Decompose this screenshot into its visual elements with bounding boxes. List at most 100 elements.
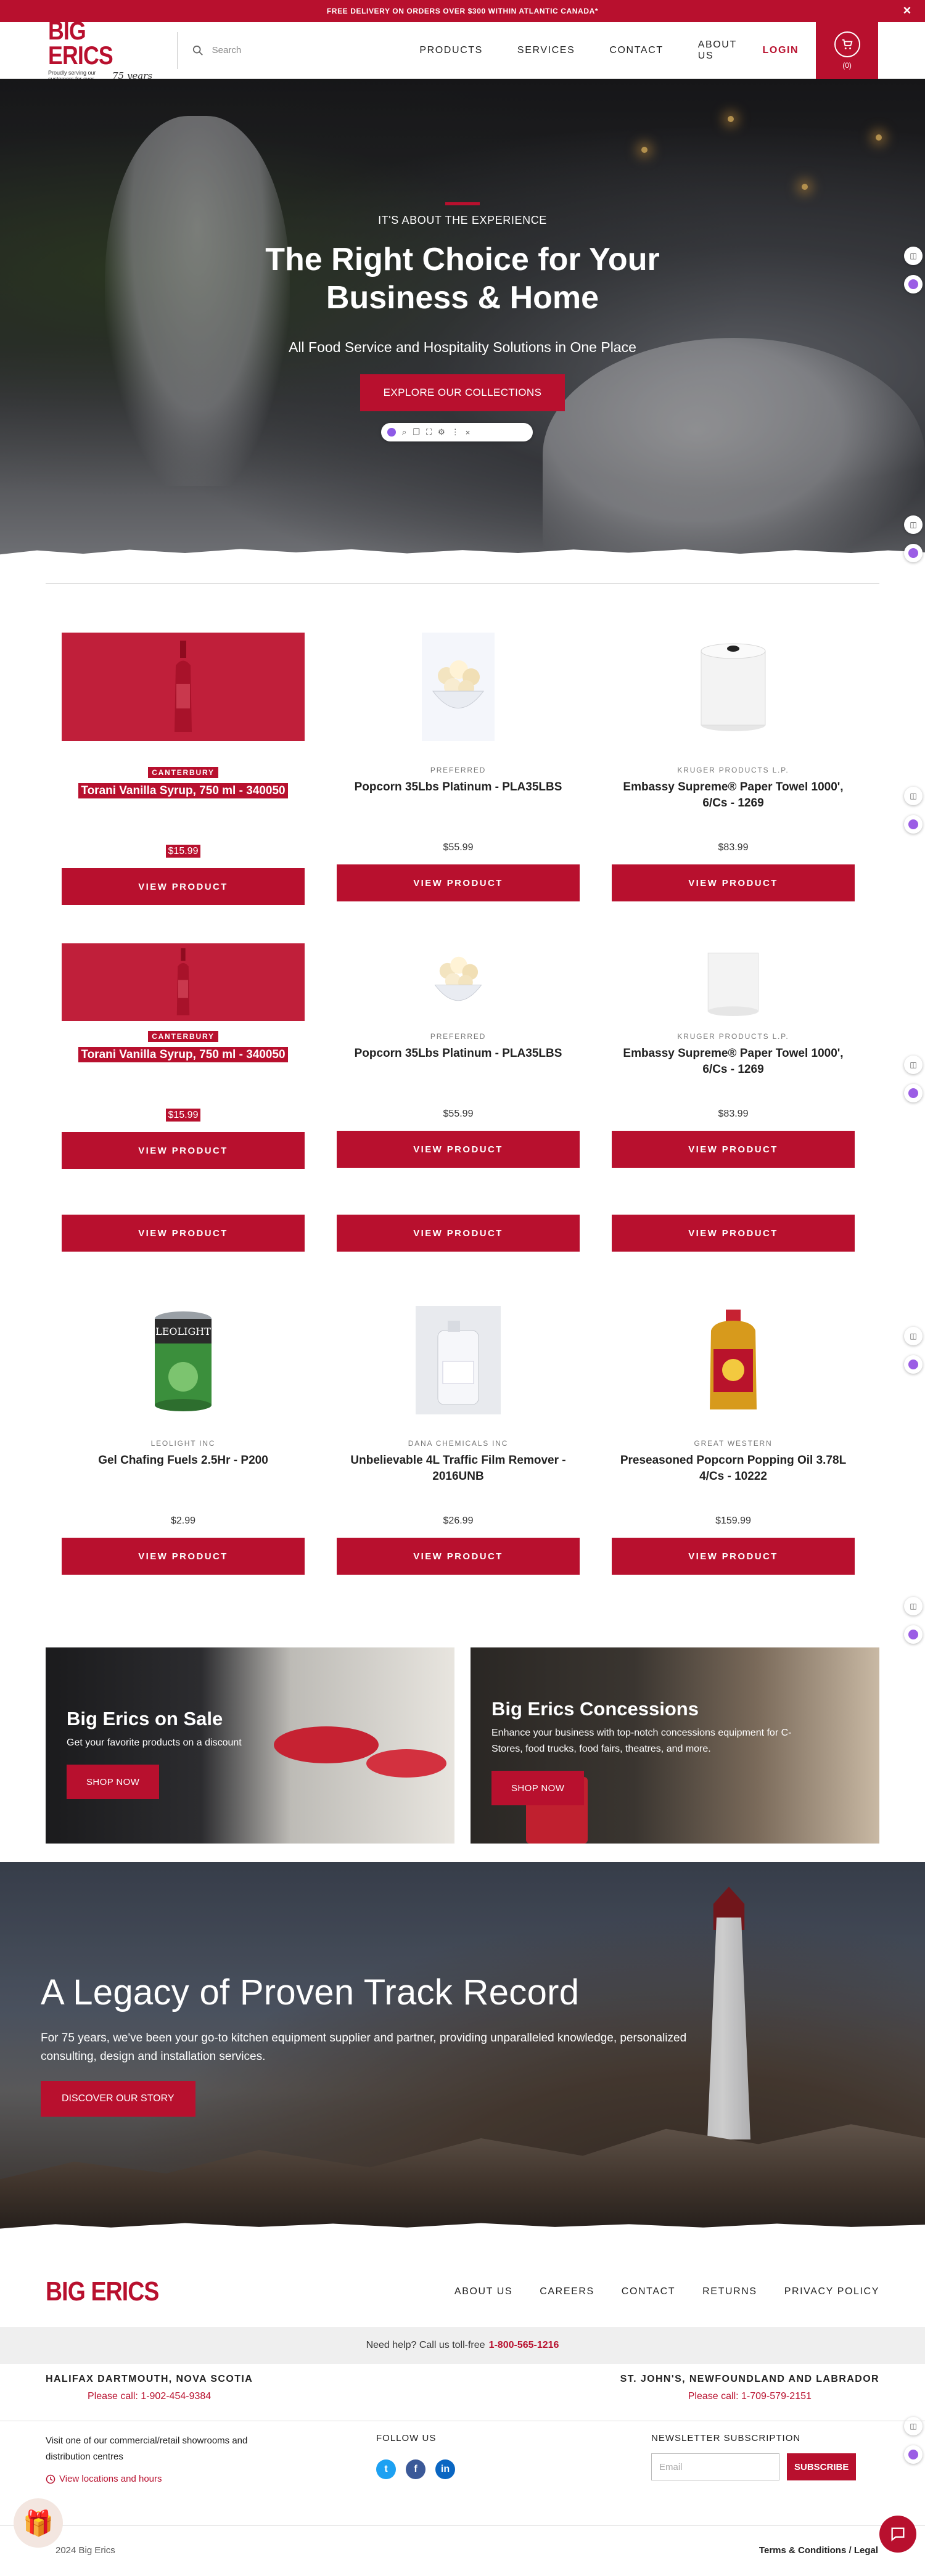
product-card[interactable]: PREFERRED Popcorn 35Lbs Platinum - PLA35… bbox=[337, 633, 580, 905]
side-extension-icon[interactable] bbox=[904, 1355, 923, 1374]
clock-icon bbox=[46, 2474, 56, 2484]
view-product-button[interactable]: VIEW PRODUCT bbox=[62, 868, 305, 905]
oil-jug-icon[interactable] bbox=[612, 1306, 855, 1414]
view-product-button[interactable]: VIEW PRODUCT bbox=[337, 864, 580, 901]
nav-products[interactable]: PRODUCTS bbox=[419, 45, 483, 56]
close-icon[interactable]: × bbox=[903, 4, 911, 17]
cart-button[interactable]: (0) bbox=[816, 22, 878, 79]
location-title: ST. JOHN'S, NEWFOUNDLAND AND LABRADOR bbox=[620, 2374, 879, 2384]
product-name[interactable]: Unbelievable 4L Traffic Film Remover - 2… bbox=[337, 1453, 580, 1485]
side-widget-icon[interactable]: ◫ bbox=[904, 1056, 923, 1074]
shop-now-button[interactable]: SHOP NOW bbox=[491, 1771, 585, 1805]
chemical-jug-icon[interactable] bbox=[337, 1306, 580, 1414]
nav-about-us[interactable]: ABOUT US bbox=[698, 39, 737, 62]
subscribe-button[interactable]: SUBSCRIBE bbox=[787, 2453, 857, 2480]
close-tool-icon[interactable]: × bbox=[466, 428, 471, 437]
footer-logo[interactable]: BIG ERICS bbox=[46, 2276, 159, 2307]
view-product-button[interactable]: VIEW PRODUCT bbox=[612, 1215, 855, 1252]
more-tool-icon[interactable]: ⋮ bbox=[451, 427, 459, 437]
gift-icon[interactable]: 🎁 bbox=[14, 2498, 63, 2548]
facebook-icon[interactable]: f bbox=[406, 2459, 426, 2479]
promo-sale[interactable]: Big Erics on Sale Get your favorite prod… bbox=[46, 1647, 454, 1844]
view-product-button[interactable]: VIEW PRODUCT bbox=[62, 1538, 305, 1575]
product-name[interactable]: Gel Chafing Fuels 2.5Hr - P200 bbox=[62, 1453, 305, 1485]
footer-about-link[interactable]: ABOUT US bbox=[454, 2286, 512, 2297]
extension-icon[interactable] bbox=[387, 428, 396, 437]
view-product-button[interactable]: VIEW PRODUCT bbox=[337, 1131, 580, 1168]
side-widget-icon[interactable]: ◫ bbox=[904, 247, 923, 265]
email-field[interactable] bbox=[651, 2453, 779, 2480]
location-halifax: HALIFAX DARTMOUTH, NOVA SCOTIA Please ca… bbox=[46, 2374, 253, 2402]
side-extension-icon[interactable] bbox=[904, 1625, 923, 1644]
product-card[interactable]: CANTERBURY Torani Vanilla Syrup, 750 ml … bbox=[62, 943, 305, 1169]
settings-tool-icon[interactable]: ⚙ bbox=[438, 427, 445, 437]
side-extension-icon[interactable] bbox=[904, 1084, 923, 1102]
nav-contact[interactable]: CONTACT bbox=[609, 45, 663, 56]
view-product-button[interactable]: VIEW PRODUCT bbox=[62, 1132, 305, 1169]
copy-tool-icon[interactable]: ❐ bbox=[413, 427, 420, 437]
footer-privacy-link[interactable]: PRIVACY POLICY bbox=[784, 2286, 879, 2297]
view-product-button[interactable]: VIEW PRODUCT bbox=[62, 1215, 305, 1252]
product-card[interactable]: CANTERBURY Torani Vanilla Syrup, 750 ml … bbox=[62, 633, 305, 905]
product-card[interactable]: GREAT WESTERN Preseasoned Popcorn Poppin… bbox=[612, 1306, 855, 1575]
promo-concessions[interactable]: Big Erics Concessions Enhance your busin… bbox=[471, 1647, 879, 1844]
help-phone[interactable]: 1-800-565-1216 bbox=[489, 2340, 559, 2351]
product-name[interactable]: Torani Vanilla Syrup, 750 ml - 340050 bbox=[62, 783, 305, 815]
product-card[interactable]: KRUGER PRODUCTS L.P. Embassy Supreme® Pa… bbox=[612, 633, 855, 905]
linkedin-icon[interactable]: in bbox=[435, 2459, 455, 2479]
location-phone[interactable]: Please call: 1-709-579-2151 bbox=[620, 2391, 879, 2402]
syrup-bottle-icon[interactable] bbox=[62, 943, 305, 1021]
paper-towel-roll-icon[interactable] bbox=[612, 633, 855, 741]
view-product-button[interactable]: VIEW PRODUCT bbox=[612, 864, 855, 901]
chafing-fuel-can-icon[interactable]: LEOLIGHT bbox=[62, 1306, 305, 1414]
side-extension-icon[interactable] bbox=[904, 544, 923, 562]
product-name[interactable]: Popcorn 35Lbs Platinum - PLA35LBS bbox=[337, 779, 580, 811]
product-card[interactable]: KRUGER PRODUCTS L.P. Embassy Supreme® Pa… bbox=[612, 943, 855, 1169]
visit-text: Visit one of our commercial/retail showr… bbox=[46, 2435, 248, 2462]
side-extension-icon[interactable] bbox=[904, 2445, 923, 2464]
promo-sale-text: Get your favorite products on a discount bbox=[67, 1737, 242, 1748]
terms-link[interactable]: Terms & Conditions / Legal bbox=[759, 2545, 878, 2556]
side-extension-icon[interactable] bbox=[904, 275, 923, 293]
popcorn-bowl-icon[interactable] bbox=[337, 943, 580, 1021]
side-widget-icon[interactable]: ◫ bbox=[904, 1327, 923, 1345]
footer-returns-link[interactable]: RETURNS bbox=[702, 2286, 757, 2297]
side-widget-icon[interactable]: ◫ bbox=[904, 1597, 923, 1615]
footer-contact-link[interactable]: CONTACT bbox=[622, 2286, 675, 2297]
floating-toolbar[interactable]: ⌕ ❐ ⛶ ⚙ ⋮ × bbox=[381, 423, 533, 441]
view-product-button[interactable]: VIEW PRODUCT bbox=[337, 1538, 580, 1575]
discover-story-button[interactable]: DISCOVER OUR STORY bbox=[41, 2081, 195, 2117]
product-name[interactable]: Torani Vanilla Syrup, 750 ml - 340050 bbox=[62, 1047, 305, 1079]
crop-tool-icon[interactable]: ⛶ bbox=[426, 427, 432, 437]
explore-collections-button[interactable]: EXPLORE OUR COLLECTIONS bbox=[360, 374, 565, 411]
location-stjohns: ST. JOHN'S, NEWFOUNDLAND AND LABRADOR Pl… bbox=[620, 2374, 879, 2402]
product-card[interactable]: DANA CHEMICALS INC Unbelievable 4L Traff… bbox=[337, 1306, 580, 1575]
product-card[interactable]: LEOLIGHT LEOLIGHT INC Gel Chafing Fuels … bbox=[62, 1306, 305, 1575]
view-locations-link[interactable]: View locations and hours bbox=[46, 2471, 280, 2487]
view-product-button[interactable]: VIEW PRODUCT bbox=[612, 1538, 855, 1575]
nav-services[interactable]: SERVICES bbox=[517, 45, 575, 56]
side-widget-icon[interactable]: ◫ bbox=[904, 787, 923, 805]
paper-towel-roll-icon[interactable] bbox=[612, 943, 855, 1021]
syrup-bottle-icon[interactable] bbox=[62, 633, 305, 741]
product-name[interactable]: Embassy Supreme® Paper Towel 1000', 6/Cs… bbox=[612, 1046, 855, 1078]
side-extension-icon[interactable] bbox=[904, 815, 923, 834]
product-name[interactable]: Embassy Supreme® Paper Towel 1000', 6/Cs… bbox=[612, 779, 855, 811]
product-card[interactable]: PREFERRED Popcorn 35Lbs Platinum - PLA35… bbox=[337, 943, 580, 1169]
footer-careers-link[interactable]: CAREERS bbox=[540, 2286, 594, 2297]
product-name[interactable]: Popcorn 35Lbs Platinum - PLA35LBS bbox=[337, 1046, 580, 1078]
twitter-icon[interactable]: t bbox=[376, 2459, 396, 2479]
shop-now-button[interactable]: SHOP NOW bbox=[67, 1765, 160, 1799]
view-product-button[interactable]: VIEW PRODUCT bbox=[612, 1131, 855, 1168]
logo[interactable]: BIG ERICS Proudly serving our customers … bbox=[48, 18, 163, 83]
login-link[interactable]: LOGIN bbox=[763, 45, 799, 56]
search-input[interactable] bbox=[212, 45, 372, 55]
popcorn-bowl-icon[interactable] bbox=[337, 633, 580, 741]
search-tool-icon[interactable]: ⌕ bbox=[402, 427, 406, 437]
side-widget-icon[interactable]: ◫ bbox=[904, 515, 923, 534]
product-name[interactable]: Preseasoned Popcorn Popping Oil 3.78L 4/… bbox=[612, 1453, 855, 1485]
chat-icon[interactable] bbox=[879, 2516, 916, 2553]
view-product-button[interactable]: VIEW PRODUCT bbox=[337, 1215, 580, 1252]
location-phone[interactable]: Please call: 1-902-454-9384 bbox=[46, 2391, 253, 2402]
side-widget-icon[interactable]: ◫ bbox=[904, 2417, 923, 2435]
